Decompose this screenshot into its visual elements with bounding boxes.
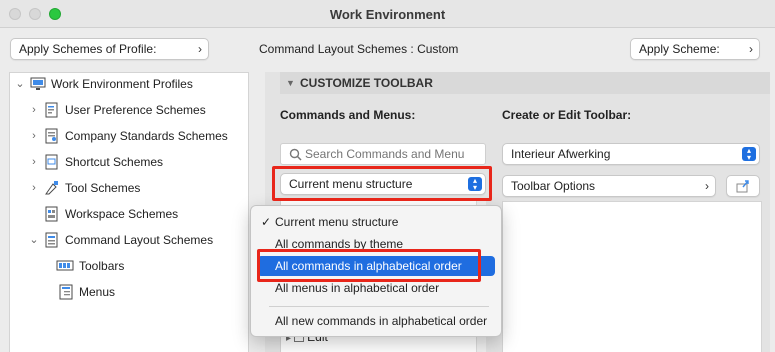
- tree-item-label: Work Environment Profiles: [51, 77, 193, 91]
- chevron-down-icon[interactable]: ⌄: [28, 229, 40, 251]
- toolbar-options-label: Toolbar Options: [511, 179, 596, 193]
- highlight-box-structure-select: [272, 166, 492, 201]
- option-label: All new commands in alphabetical order: [275, 314, 488, 328]
- export-icon: [736, 180, 749, 193]
- user-preference-icon: [45, 102, 58, 118]
- section-title: CUSTOMIZE TOOLBAR: [300, 76, 433, 90]
- apply-scheme-label: Apply Scheme:: [639, 42, 720, 56]
- tree-item-label: Tool Schemes: [65, 181, 141, 195]
- search-commands-field[interactable]: [280, 143, 486, 165]
- chevron-right-icon[interactable]: ›: [28, 177, 40, 199]
- menu-separator: [269, 306, 489, 307]
- tool-icon: [45, 181, 58, 195]
- tree-item-label: Workspace Schemes: [65, 207, 179, 221]
- chevron-right-icon: ›: [749, 42, 753, 56]
- command-layout-icon: [45, 232, 58, 248]
- checkmark-icon: ✓: [261, 215, 272, 229]
- window-title: Work Environment: [329, 7, 446, 22]
- dropdown-option-all-new-commands-alphabetical[interactable]: All new commands in alphabetical order: [257, 311, 495, 331]
- work-environment-window: Work Environment Apply Schemes of Profil…: [0, 0, 775, 352]
- menu-icon: [59, 284, 73, 300]
- highlight-box-alphabetical-option: [257, 249, 481, 282]
- chevron-right-icon: ›: [198, 42, 202, 56]
- toolbar-items-list[interactable]: [502, 201, 762, 352]
- toolbar-options-button[interactable]: Toolbar Options ›: [502, 175, 716, 197]
- option-label: Current menu structure: [275, 215, 399, 229]
- workspace-icon: [45, 206, 58, 222]
- search-input[interactable]: [305, 145, 481, 163]
- tree-item-label: Menus: [79, 285, 116, 299]
- company-standards-icon: [45, 128, 58, 144]
- chevron-right-icon[interactable]: ›: [28, 125, 40, 147]
- toolbar-select-value: Interieur Afwerking: [511, 147, 611, 161]
- tree-item-label: Company Standards Schemes: [65, 129, 228, 143]
- customize-toolbar-header[interactable]: ▼ CUSTOMIZE TOOLBAR: [280, 72, 770, 94]
- tree-item-label: Command Layout Schemes: [65, 233, 214, 247]
- apply-profile-button[interactable]: Apply Schemes of Profile: ›: [10, 38, 209, 60]
- chevron-right-icon[interactable]: ›: [28, 151, 40, 173]
- create-or-edit-toolbar-label: Create or Edit Toolbar:: [502, 108, 632, 122]
- disclosure-triangle-icon: ▼: [286, 78, 295, 88]
- profiles-monitor-icon: [30, 77, 46, 90]
- toolbar-select[interactable]: Interieur Afwerking ▴ ▾: [502, 143, 760, 165]
- tree-item-label: User Preference Schemes: [65, 103, 206, 117]
- shortcut-icon: [45, 154, 58, 170]
- dropdown-option-current-menu-structure[interactable]: ✓ Current menu structure: [257, 212, 495, 232]
- command-layout-schemes-label: Command Layout Schemes : Custom: [259, 42, 459, 56]
- chevron-right-icon: ›: [705, 179, 709, 193]
- chevron-right-icon[interactable]: ›: [28, 99, 40, 121]
- apply-profile-label: Apply Schemes of Profile:: [19, 42, 157, 56]
- toolbar-icon: [56, 260, 74, 271]
- search-icon: [289, 148, 302, 161]
- popup-stepper-icon: ▴ ▾: [742, 147, 756, 162]
- tree-item-label: Toolbars: [79, 259, 125, 273]
- apply-scheme-button[interactable]: Apply Scheme: ›: [630, 38, 760, 60]
- chevron-down-icon[interactable]: ⌄: [14, 73, 26, 95]
- option-label: All menus in alphabetical order: [275, 281, 440, 295]
- title-bar: Work Environment: [0, 0, 775, 28]
- export-toolbar-button[interactable]: [726, 175, 760, 197]
- tree-item-label: Shortcut Schemes: [65, 155, 164, 169]
- commands-and-menus-label: Commands and Menus:: [280, 108, 416, 122]
